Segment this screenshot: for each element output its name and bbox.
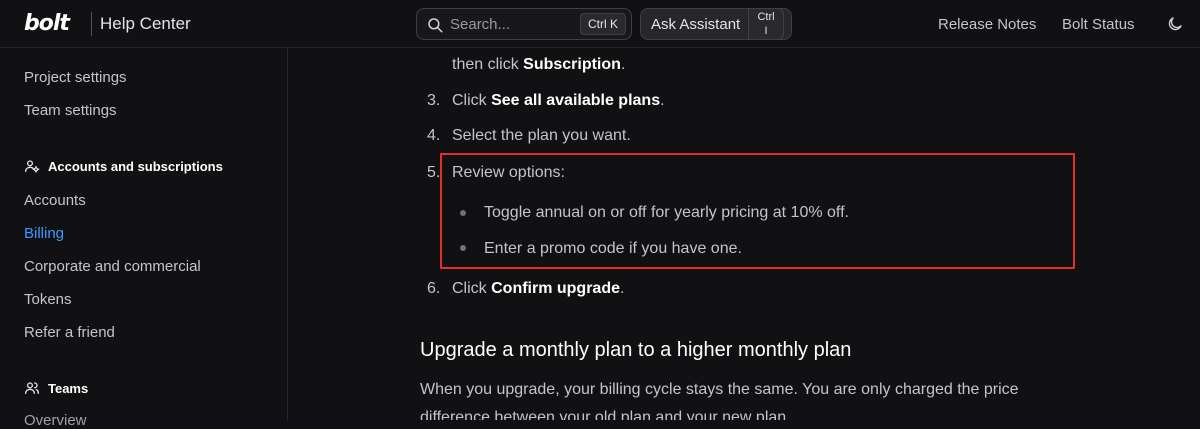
sidebar-section-teams-label: Teams: [48, 380, 89, 396]
bolt-status-link[interactable]: Bolt Status: [1062, 16, 1135, 33]
top-header: bolt Help Center Search... Ctrl K Ask As…: [0, 0, 1200, 48]
step-6-suffix: .: [620, 280, 625, 297]
step-3-suffix: .: [660, 92, 665, 109]
ask-assistant-label: Ask Assistant: [651, 16, 741, 33]
assistant-shortcut-key2: I: [764, 25, 768, 37]
users-gear-icon: [25, 160, 40, 173]
sidebar-section-teams: Teams: [24, 380, 88, 396]
assistant-shortcut-key1: Ctrl: [757, 11, 775, 23]
search-shortcut: Ctrl K: [580, 13, 626, 35]
highlight-box: [440, 153, 1075, 269]
step-cont-bold: Subscription: [523, 56, 621, 73]
sidebar-item-billing[interactable]: Billing: [24, 225, 64, 242]
step-6-bold: Confirm upgrade: [491, 280, 620, 297]
sidebar-item-refer-a-friend[interactable]: Refer a friend: [24, 324, 115, 341]
step-6-prefix: Click: [452, 280, 492, 297]
section-heading: Upgrade a monthly plan to a higher month…: [420, 339, 852, 361]
search-box[interactable]: Search... Ctrl K: [416, 8, 632, 40]
sidebar-item-accounts[interactable]: Accounts: [24, 192, 86, 209]
bolt-logo[interactable]: bolt: [24, 11, 70, 36]
assistant-shortcut: Ctrl I: [748, 8, 784, 40]
sidebar-item-tokens[interactable]: Tokens: [24, 291, 72, 308]
step-3-bold: See all available plans: [491, 92, 661, 109]
logo-divider: [91, 12, 92, 36]
step-number-4: 4.: [427, 127, 441, 144]
search-placeholder: Search...: [450, 16, 511, 33]
search-icon: [428, 18, 443, 33]
ask-assistant-button[interactable]: Ask Assistant Ctrl I: [640, 8, 792, 40]
step-6: Click Confirm upgrade.: [452, 280, 624, 298]
step-4: Select the plan you want.: [452, 127, 631, 144]
sidebar-item-team-settings[interactable]: Team settings: [24, 102, 117, 119]
step-3-prefix: Click: [452, 92, 492, 109]
sidebar-item-overview[interactable]: Overview: [24, 412, 87, 429]
main-content: then click Subscription. 3. Click See al…: [289, 48, 1200, 420]
sidebar: Project settings Team settings Accounts …: [0, 48, 288, 429]
sidebar-section-accounts-label: Accounts and subscriptions: [48, 158, 223, 174]
moon-icon[interactable]: [1166, 15, 1184, 33]
step-continuation: then click Subscription.: [452, 56, 625, 74]
step-number-6: 6.: [427, 280, 441, 297]
release-notes-link[interactable]: Release Notes: [938, 16, 1036, 33]
step-3: Click See all available plans.: [452, 92, 665, 110]
paragraph-line-1: When you upgrade, your billing cycle sta…: [420, 381, 1019, 398]
step-cont-prefix: then click: [452, 56, 524, 73]
step-number-3: 3.: [427, 92, 441, 109]
users-icon: [25, 382, 39, 394]
step-number-5: 5.: [427, 164, 441, 181]
step-cont-suffix: .: [620, 56, 626, 73]
help-center-title[interactable]: Help Center: [100, 14, 191, 34]
sidebar-item-project-settings[interactable]: Project settings: [24, 69, 127, 86]
sidebar-item-corporate[interactable]: Corporate and commercial: [24, 258, 201, 275]
sidebar-section-accounts: Accounts and subscriptions: [24, 158, 223, 174]
paragraph-line-2: difference between your old plan and you…: [420, 409, 791, 420]
